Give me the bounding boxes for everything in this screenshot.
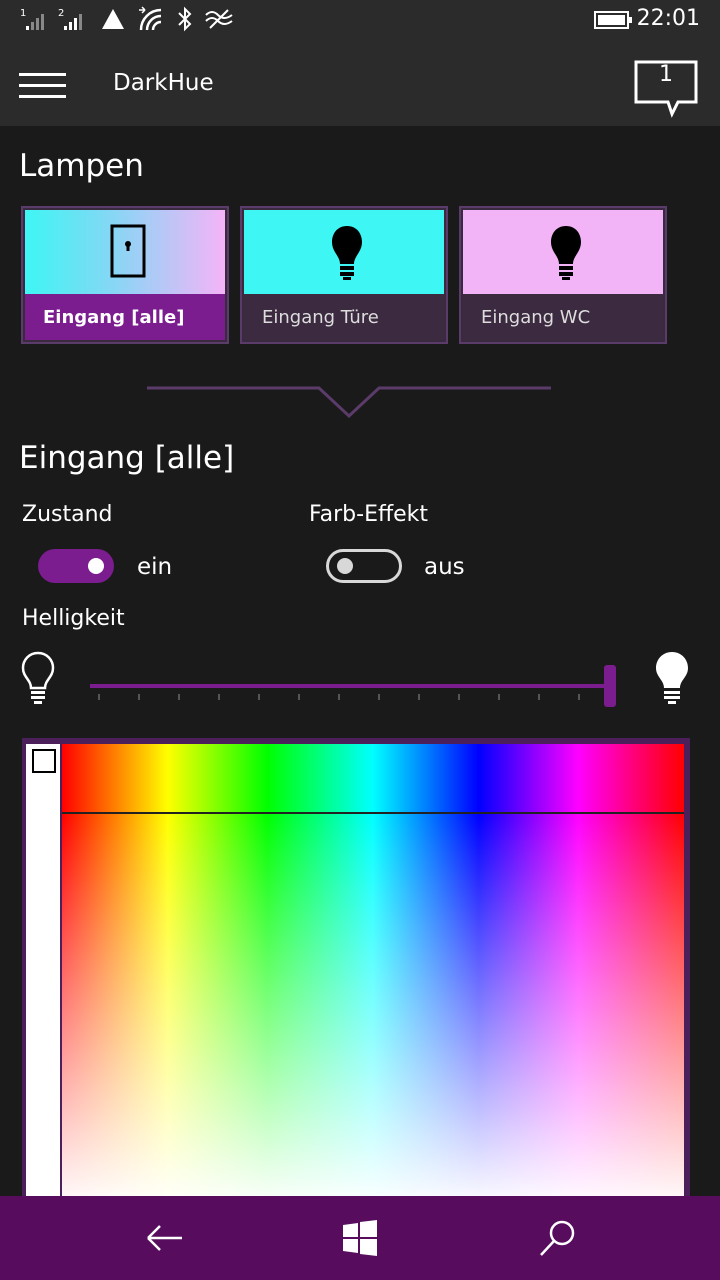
clock: 22:01 [636,6,700,31]
door-icon [110,224,146,278]
back-arrow-icon[interactable] [144,1218,184,1258]
brightness-slider-track [90,684,610,688]
lamps-heading: Lampen [19,148,144,184]
tile-label: Eingang [alle] [25,294,225,340]
tile-label: Eingang WC [463,294,663,340]
battery-icon [594,11,632,29]
bulb-dim-icon [21,651,55,704]
app-bar: DarkHue 1 [0,40,720,126]
state-label: Zustand [22,502,113,527]
color-effect-value: aus [424,554,465,580]
status-bar: 1 2 22:01 [0,0,720,40]
bulb-icon [332,226,362,280]
wifi-icon [139,6,162,31]
tile-label: Eingang Türe [244,294,444,340]
notification-button[interactable]: 1 [634,60,698,118]
bluetooth-icon [178,6,192,32]
svg-text:2: 2 [58,8,64,19]
hue-strip[interactable] [62,744,684,812]
brightness-slider[interactable] [90,662,620,708]
windows-start-icon[interactable] [340,1218,380,1258]
warning-icon [102,9,124,29]
lamp-tile-eingang-alle[interactable]: Eingang [alle] [21,206,229,344]
color-field[interactable] [62,814,684,1208]
color-brightness-handle[interactable] [32,749,56,773]
search-icon[interactable] [538,1218,578,1258]
signal-1-icon: 1 [20,8,44,30]
color-effect-label: Farb-Effekt [309,502,429,527]
app-title: DarkHue [113,70,214,96]
color-effect-toggle[interactable] [326,549,402,583]
state-toggle[interactable] [38,549,114,583]
bulb-icon [551,226,581,280]
svg-text:1: 1 [20,8,26,19]
lamp-tile-eingang-wc[interactable]: Eingang WC [459,206,667,344]
state-value: ein [137,554,173,580]
signal-2-icon: 2 [58,8,82,30]
hamburger-menu-button[interactable] [19,73,66,99]
navigation-bar [0,1196,720,1280]
color-brightness-strip[interactable] [26,744,60,1208]
brightness-slider-thumb[interactable] [604,665,616,707]
detail-heading: Eingang [alle] [19,440,235,476]
data-sense-icon [205,9,233,29]
lamp-tile-eingang-tuere[interactable]: Eingang Türe [240,206,448,344]
brightness-label: Helligkeit [22,606,125,631]
selection-divider [147,386,551,419]
bulb-bright-icon [656,652,688,704]
notification-count: 1 [659,62,673,87]
